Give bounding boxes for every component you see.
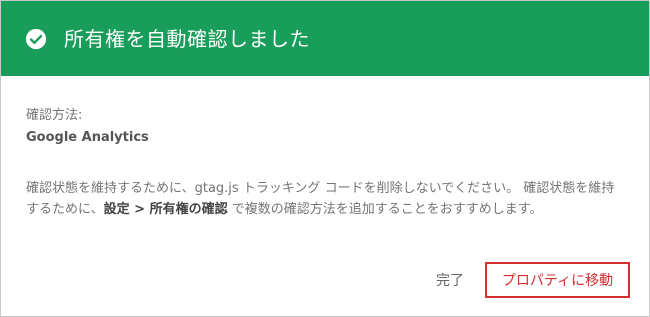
message-text-2: で複数の確認方法を追加することをおすすめします。 xyxy=(227,202,543,217)
dialog-header: 所有権を自動確認しました xyxy=(1,1,649,76)
verification-method-label: 確認方法: xyxy=(26,108,83,123)
info-message: 確認状態を維持するために、gtag.js トラッキング コードを削除しないでくだ… xyxy=(26,178,626,220)
done-button[interactable]: 完了 xyxy=(427,265,473,295)
check-circle-icon xyxy=(25,28,47,50)
verification-dialog: 所有権を自動確認しました 確認方法: Google Analytics 確認状態… xyxy=(0,0,650,317)
verification-method-value: Google Analytics xyxy=(26,130,149,145)
dialog-title: 所有権を自動確認しました xyxy=(64,27,310,51)
settings-path: 設定 > 所有権の確認 xyxy=(103,202,228,217)
go-to-property-button[interactable]: プロパティに移動 xyxy=(485,262,630,298)
